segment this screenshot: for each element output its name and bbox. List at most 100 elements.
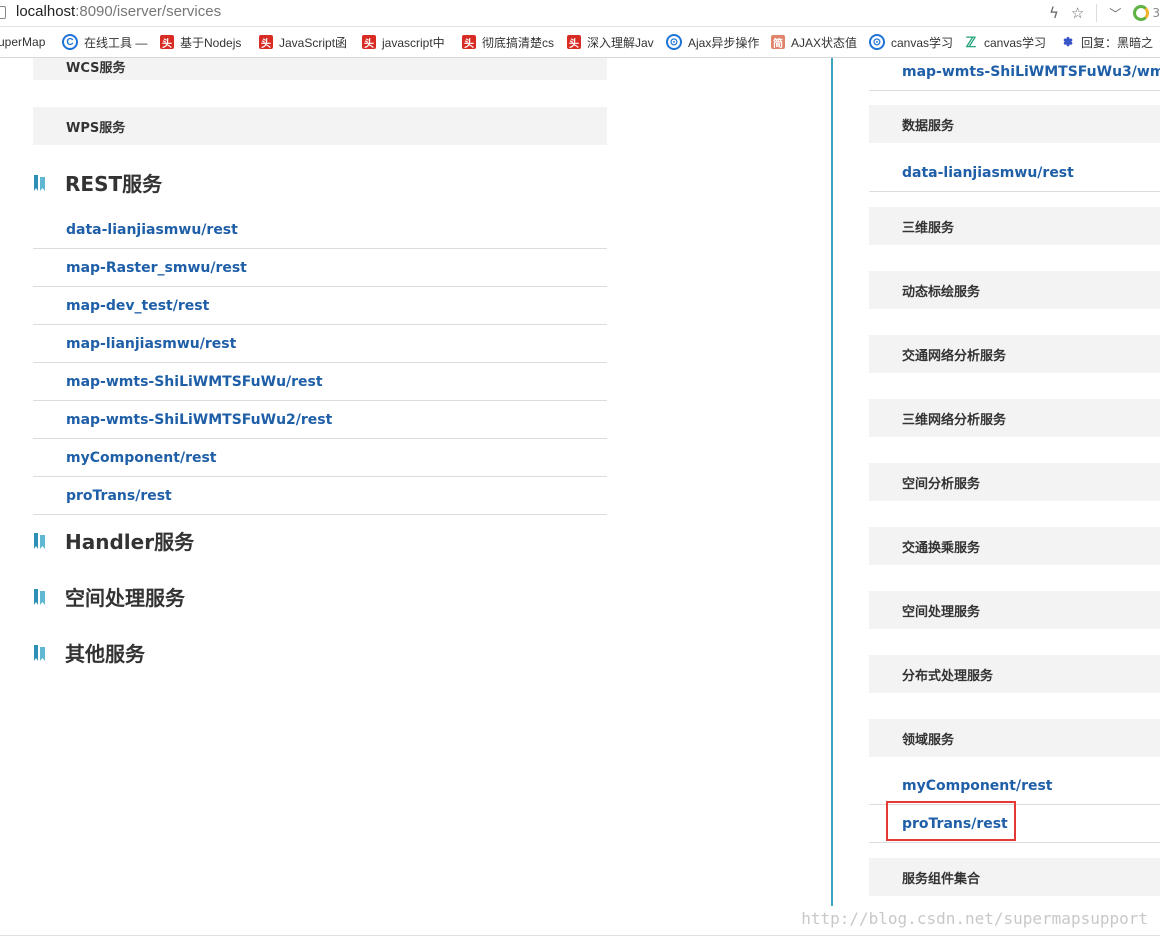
category-label: 分布式处理服务 xyxy=(902,668,994,684)
bookmark-nodejs[interactable]: 头基于Nodejs xyxy=(160,32,241,52)
bookmark-label: 基于Nodejs xyxy=(180,35,242,50)
column-divider xyxy=(831,58,833,906)
rest-link-row: map-wmts-ShiLiWMTSFuWu2/rest xyxy=(33,401,607,439)
section-title: 其他服务 xyxy=(65,642,145,666)
bookmark-ajax-async[interactable]: ⊙ Ajax异步操作 xyxy=(666,32,759,52)
bookmark-label: AJAX状态值 xyxy=(791,35,858,50)
bookmarks-bar: uperMap C 在线工具 — 头基于Nodejs 头 JavaScript函 头… xyxy=(0,27,1160,58)
service-link[interactable]: map-wmts-ShiLiWMTSFuWu3/wmts xyxy=(902,64,1160,80)
category-label: 三维网络分析服务 xyxy=(902,412,1007,428)
category-label: 数据服务 xyxy=(902,118,955,134)
bookmark-icon xyxy=(34,644,45,661)
service-category[interactable]: 动态标绘服务 xyxy=(869,271,1160,309)
service-link[interactable]: myComponent/rest xyxy=(66,450,217,466)
lightning-icon[interactable]: ϟ xyxy=(1049,4,1059,22)
section-title: 空间处理服务 xyxy=(65,586,185,610)
bookmark-label: 彻底搞清楚cs xyxy=(482,35,555,50)
category-label: 服务组件集合 xyxy=(902,871,981,887)
service-link[interactable]: map-Raster_smwu/rest xyxy=(66,260,247,276)
service-category[interactable]: 三维网络分析服务 xyxy=(869,399,1160,437)
globe-icon: ⊙ xyxy=(666,34,682,50)
service-link[interactable]: data-lianjiasmwu/rest xyxy=(902,165,1074,181)
bookmark-label: JavaScript函 xyxy=(279,35,348,50)
page-info-icon[interactable] xyxy=(0,6,6,19)
category-label: 动态标绘服务 xyxy=(902,284,981,300)
toutiao-icon: 头 xyxy=(462,35,476,50)
services-page: WCS服务 WPS服务 REST服务 data-lianjiasmwu/rest… xyxy=(0,58,1160,941)
category-label: 领域服务 xyxy=(902,732,955,748)
section-other[interactable]: 其他服务 xyxy=(34,638,145,667)
zhihu-icon: ℤ xyxy=(965,33,977,50)
bookmark-supermap[interactable]: uperMap xyxy=(0,32,45,52)
address-bar[interactable]: localhost:8090/iserver/services ϟ ☆ ﹀ 3 xyxy=(0,0,1160,27)
service-link[interactable]: map-dev_test/rest xyxy=(66,298,209,314)
bookmark-javascript-func[interactable]: 头 JavaScript函 xyxy=(259,32,347,52)
category-label: 空间处理服务 xyxy=(902,604,981,620)
globe-icon: ⊙ xyxy=(869,34,885,50)
category-label: WPS服务 xyxy=(66,120,126,136)
service-link[interactable]: map-wmts-ShiLiWMTSFuWu2/rest xyxy=(66,412,332,428)
watermark: http://blog.csdn.net/supermapsupport xyxy=(801,909,1148,928)
bookmark-canvas-2[interactable]: ℤcanvas学习 xyxy=(964,32,1046,52)
bookmark-label: uperMap xyxy=(0,35,46,49)
highlight-box xyxy=(886,801,1016,841)
service-link[interactable]: map-wmts-ShiLiWMTSFuWu/rest xyxy=(66,374,323,390)
bookmark-label: canvas学习 xyxy=(984,35,1047,50)
bookmark-icon xyxy=(34,174,45,191)
url-text[interactable]: localhost:8090/iserver/services xyxy=(16,3,221,20)
section-handler[interactable]: Handler服务 xyxy=(34,526,194,555)
extension-icon[interactable] xyxy=(1133,5,1150,21)
service-category-domain[interactable]: 领域服务 xyxy=(869,719,1160,757)
section-spatial-processing[interactable]: 空间处理服务 xyxy=(34,582,185,611)
bookmark-label: 回复：黑暗之 xyxy=(1081,35,1154,50)
bookmark-label: 在线工具 — xyxy=(84,35,148,50)
bottom-border xyxy=(0,935,1160,936)
rest-link-row: map-wmts-ShiLiWMTSFuWu/rest xyxy=(33,363,607,401)
service-category-component-set[interactable]: 服务组件集合 xyxy=(869,858,1160,896)
bookmark-icon xyxy=(34,532,45,549)
rest-link-row: data-lianjiasmwu/rest xyxy=(33,211,607,249)
toutiao-icon: 头 xyxy=(567,35,581,50)
service-link[interactable]: myComponent/rest xyxy=(902,778,1053,794)
service-link[interactable]: proTrans/rest xyxy=(66,488,172,504)
right-link-row: myComponent/rest xyxy=(869,767,1160,805)
right-link-row: map-wmts-ShiLiWMTSFuWu3/wmts xyxy=(869,58,1160,91)
service-category[interactable]: 空间分析服务 xyxy=(869,463,1160,501)
section-title: Handler服务 xyxy=(65,530,195,554)
bookmark-canvas-1[interactable]: ⊙ canvas学习 xyxy=(869,32,953,52)
star-icon[interactable]: ☆ xyxy=(1071,4,1084,22)
rest-link-row: map-dev_test/rest xyxy=(33,287,607,325)
service-link[interactable]: data-lianjiasmwu/rest xyxy=(66,222,238,238)
service-category[interactable]: 空间处理服务 xyxy=(869,591,1160,629)
bookmark-reply[interactable]: ✽ 回复：黑暗之 xyxy=(1061,32,1153,52)
rest-link-row: map-Raster_smwu/rest xyxy=(33,249,607,287)
service-category-wps[interactable]: WPS服务 xyxy=(33,107,607,145)
service-category-data[interactable]: 数据服务 xyxy=(869,105,1160,143)
service-category[interactable]: 交通网络分析服务 xyxy=(869,335,1160,373)
category-label: WCS服务 xyxy=(66,60,126,76)
jianshu-icon: 简 xyxy=(771,35,785,50)
category-label: 交通网络分析服务 xyxy=(902,348,1007,364)
toutiao-icon: 头 xyxy=(362,35,376,50)
bookmark-label: canvas学习 xyxy=(891,35,954,50)
toutiao-icon: 头 xyxy=(259,35,273,50)
rest-link-row: map-lianjiasmwu/rest xyxy=(33,325,607,363)
bookmark-label: 深入理解Jav xyxy=(587,35,654,50)
service-category[interactable]: 交通换乘服务 xyxy=(869,527,1160,565)
bookmark-css[interactable]: 头彻底搞清楚cs xyxy=(462,32,554,52)
extension-count: 3 xyxy=(1152,6,1160,20)
service-category-wcs[interactable]: WCS服务 xyxy=(33,58,607,80)
bookmark-label: javascript中 xyxy=(382,35,445,50)
service-category[interactable]: 三维服务 xyxy=(869,207,1160,245)
bookmark-ajax-state[interactable]: 简 AJAX状态值 xyxy=(771,32,857,52)
service-category[interactable]: 分布式处理服务 xyxy=(869,655,1160,693)
category-label: 空间分析服务 xyxy=(902,476,981,492)
c-logo-icon: C xyxy=(62,34,78,50)
service-link[interactable]: map-lianjiasmwu/rest xyxy=(66,336,236,352)
rest-link-row: myComponent/rest xyxy=(33,439,607,477)
bookmark-javascript-in[interactable]: 头 javascript中 xyxy=(362,32,445,52)
category-label: 三维服务 xyxy=(902,220,955,236)
chevron-down-icon[interactable]: ﹀ xyxy=(1109,5,1121,22)
bookmark-java[interactable]: 头深入理解Jav xyxy=(567,32,654,52)
bookmark-online-tools[interactable]: C 在线工具 — xyxy=(62,32,147,52)
